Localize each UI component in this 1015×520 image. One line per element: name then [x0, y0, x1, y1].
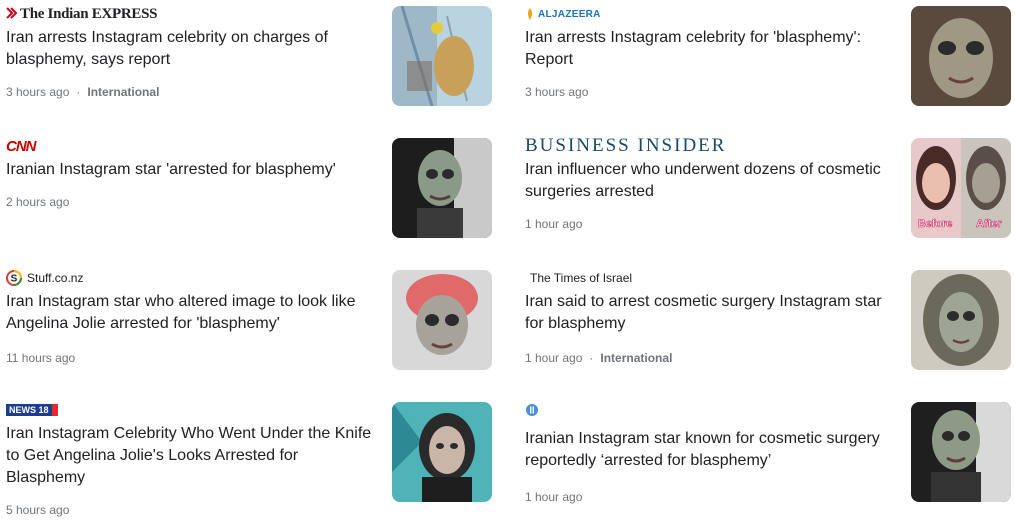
- article-meta: 1 hour ago: [525, 490, 582, 504]
- timestamp: 3 hours ago: [6, 85, 70, 99]
- article-thumbnail[interactable]: [392, 270, 492, 370]
- article-meta: 3 hours ago: [525, 85, 588, 99]
- source-name: BUSINESS INSIDER: [525, 135, 727, 156]
- article-meta: 11 hours ago: [6, 351, 75, 365]
- after-label: After: [976, 218, 1002, 230]
- article-meta: 2 hours ago: [6, 195, 69, 209]
- news-card-stuff[interactable]: S Stuff.co.nz Iran Instagram star who al…: [0, 264, 495, 388]
- source-logo-aljazeera: ALJAZEERA: [525, 6, 601, 22]
- source-logo-business-insider: BUSINESS INSIDER: [525, 135, 727, 156]
- source-logo-indian-express: The Indian EXPRESS: [6, 6, 157, 22]
- cnn-logo: CNN: [6, 137, 36, 155]
- source-logo-generic: [525, 402, 539, 418]
- article-meta: 3 hours ago · International: [6, 85, 159, 99]
- before-label: Before: [918, 218, 953, 230]
- news-card-aljazeera[interactable]: ALJAZEERA Iran arrests Instagram celebri…: [519, 0, 1014, 124]
- article-thumbnail[interactable]: [392, 402, 492, 502]
- news-card-times-of-israel[interactable]: The Times of Israel Iran said to arrest …: [519, 264, 1014, 388]
- source-name: ALJAZEERA: [538, 8, 601, 20]
- source-name: The Times of Israel: [530, 271, 633, 285]
- timestamp: 2 hours ago: [6, 195, 70, 209]
- source-logo-times-of-israel: The Times of Israel: [525, 270, 632, 286]
- article-thumbnail[interactable]: [911, 402, 1011, 502]
- timestamp: 1 hour ago: [525, 490, 583, 504]
- separator-dot: ·: [76, 85, 81, 99]
- news-card-business-insider[interactable]: BUSINESS INSIDER Iran influencer who und…: [519, 132, 1014, 256]
- timestamp: 1 hour ago: [525, 351, 583, 365]
- article-thumbnail[interactable]: Before After: [911, 138, 1011, 238]
- source-logo-news18: NEWS 18: [6, 402, 58, 418]
- indian-express-icon: [6, 7, 18, 19]
- article-meta: 1 hour ago · International: [525, 351, 672, 365]
- headline[interactable]: Iran arrests Instagram celebrity for 'bl…: [525, 27, 895, 71]
- article-thumbnail[interactable]: [911, 6, 1011, 106]
- source-name: The Indian EXPRESS: [20, 5, 158, 22]
- source-logo-cnn: CNN: [6, 137, 36, 155]
- publisher-icon: [526, 404, 538, 416]
- category-label: International: [87, 85, 160, 99]
- headline[interactable]: Iranian Instagram star 'arrested for bla…: [6, 159, 376, 181]
- headline[interactable]: Iran said to arrest cosmetic surgery Ins…: [525, 291, 895, 335]
- svg-text:S: S: [11, 274, 18, 285]
- article-thumbnail[interactable]: [392, 138, 492, 238]
- headline[interactable]: Iran Instagram star who altered image to…: [6, 291, 376, 335]
- article-thumbnail[interactable]: [911, 270, 1011, 370]
- article-meta: 1 hour ago: [525, 217, 582, 231]
- headline[interactable]: Iran Instagram Celebrity Who Went Under …: [6, 423, 376, 489]
- news-card-news18[interactable]: NEWS 18 Iran Instagram Celebrity Who Wen…: [0, 396, 495, 520]
- source-name: Stuff.co.nz: [27, 271, 84, 285]
- news-card-generic[interactable]: Iranian Instagram star known for cosmeti…: [519, 396, 1014, 520]
- news18-logo: NEWS 18: [6, 404, 58, 416]
- headline[interactable]: Iranian Instagram star known for cosmeti…: [525, 428, 895, 472]
- news-card-indian-express[interactable]: The Indian EXPRESS Iran arrests Instagra…: [0, 0, 495, 124]
- timestamp: 11 hours ago: [6, 351, 76, 365]
- headline[interactable]: Iran influencer who underwent dozens of …: [525, 159, 895, 203]
- aljazeera-icon: [528, 8, 532, 20]
- separator-dot: ·: [589, 351, 594, 365]
- news-card-cnn[interactable]: CNN Iranian Instagram star 'arrested for…: [0, 132, 495, 256]
- source-logo-stuff: S Stuff.co.nz: [6, 270, 83, 286]
- headline[interactable]: Iran arrests Instagram celebrity on char…: [6, 27, 376, 71]
- timestamp: 5 hours ago: [6, 503, 70, 517]
- timestamp: 3 hours ago: [525, 85, 589, 99]
- stuff-icon: S: [6, 270, 22, 286]
- article-thumbnail[interactable]: [392, 6, 492, 106]
- article-meta: 5 hours ago: [6, 503, 69, 517]
- category-label: International: [600, 351, 673, 365]
- timestamp: 1 hour ago: [525, 217, 583, 231]
